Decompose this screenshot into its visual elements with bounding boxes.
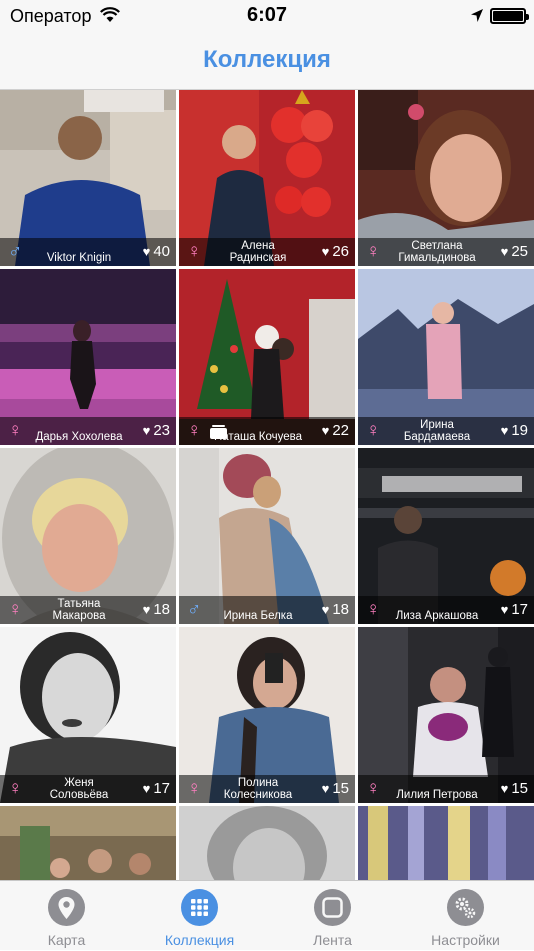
person-name: Viktor Knigin — [46, 252, 112, 264]
female-icon: ♀ — [187, 241, 202, 262]
female-icon: ♀ — [8, 420, 23, 441]
heart-icon: ♥ — [500, 423, 509, 438]
likes-count: ♥ 18 — [142, 601, 170, 618]
tab-label: Настройки — [431, 932, 500, 948]
profile-photo — [179, 806, 355, 880]
female-icon: ♀ — [366, 420, 381, 441]
person-name: Дарья Хохолева — [35, 431, 123, 443]
male-icon: ♂ — [187, 599, 202, 620]
person-name: Татьяна Макарова — [52, 598, 106, 622]
likes-count: ♥ 15 — [321, 780, 349, 797]
heart-icon: ♥ — [321, 781, 330, 796]
tile-info-bar: ♀ Алена Радинская ♥ 26 — [179, 238, 355, 266]
navigation-bar: Коллекция — [0, 32, 534, 90]
collection-tile[interactable]: ♀ Татьяна Макарова ♥ 18 — [0, 448, 176, 624]
battery-icon — [490, 8, 529, 24]
likes-count: ♥ 18 — [321, 601, 349, 618]
person-name: Лилия Петрова — [396, 789, 478, 801]
collection-tile[interactable]: ♀ Лиза Аркашова ♥ 17 — [358, 448, 534, 624]
collection-tile[interactable]: ♀ Полина Колесникова ♥ 15 — [179, 627, 355, 803]
tile-info-bar: ♀ Дарья Хохолева ♥ 23 — [0, 417, 176, 445]
location-arrow-icon — [471, 9, 483, 22]
heart-icon: ♥ — [321, 244, 330, 259]
collection-tile[interactable] — [358, 806, 534, 880]
tile-info-bar: ♀ Женя Соловьёва ♥ 17 — [0, 775, 176, 803]
likes-count: ♥ 26 — [321, 243, 349, 260]
collection-tile[interactable]: ♀ Лилия Петрова ♥ 15 — [358, 627, 534, 803]
grid-icon — [181, 889, 218, 926]
collection-tile[interactable]: ♂ Ирина Белка ♥ 18 — [179, 448, 355, 624]
tab-collection[interactable]: Коллекция — [133, 881, 266, 951]
likes-count: ♥ 15 — [500, 780, 528, 797]
status-bar: Оператор 6:07 — [0, 0, 534, 32]
map-pin-icon — [48, 889, 85, 926]
person-name: Алена Радинская — [229, 240, 287, 264]
person-name: Ирина Белка — [223, 610, 293, 622]
collection-tile[interactable] — [0, 806, 176, 880]
female-icon: ♀ — [187, 778, 202, 799]
female-icon: ♀ — [8, 778, 23, 799]
heart-icon: ♥ — [142, 244, 151, 259]
heart-icon: ♥ — [142, 602, 151, 617]
collection-tile[interactable]: ♂ Viktor Knigin ♥ 40 — [0, 90, 176, 266]
likes-count: ♥ 17 — [500, 601, 528, 618]
heart-icon: ♥ — [500, 244, 509, 259]
likes-count: ♥ 23 — [142, 422, 170, 439]
likes-count: ♥ 17 — [142, 780, 170, 797]
female-icon: ♀ — [187, 420, 202, 441]
collection-tile[interactable]: ♀ Женя Соловьёва ♥ 17 — [0, 627, 176, 803]
page-title: Коллекция — [203, 46, 331, 73]
tile-info-bar: ♀ Лиза Аркашова ♥ 17 — [358, 596, 534, 624]
person-name: Наташа Кочуева — [213, 431, 303, 443]
female-icon: ♀ — [366, 778, 381, 799]
tile-info-bar: ♀ Татьяна Макарова ♥ 18 — [0, 596, 176, 624]
collection-tile[interactable]: ♀ Дарья Хохолева ♥ 23 — [0, 269, 176, 445]
square-icon — [314, 889, 351, 926]
heart-icon: ♥ — [321, 423, 330, 438]
likes-count: ♥ 22 — [321, 422, 349, 439]
female-icon: ♀ — [8, 599, 23, 620]
female-icon: ♀ — [366, 599, 381, 620]
tile-info-bar: ♂ Viktor Knigin ♥ 40 — [0, 238, 176, 266]
tab-bar: Карта Коллекция Лента Настройки — [0, 880, 534, 950]
gear-icon — [447, 889, 484, 926]
male-icon: ♂ — [8, 241, 23, 262]
tab-settings[interactable]: Настройки — [399, 881, 532, 951]
person-name: Женя Соловьёва — [49, 777, 109, 801]
clock: 6:07 — [246, 4, 288, 26]
heart-icon: ♥ — [500, 781, 509, 796]
likes-count: ♥ 25 — [500, 243, 528, 260]
profile-photo — [358, 806, 534, 880]
tab-label: Карта — [47, 932, 86, 948]
tile-info-bar: ♀ Светлана Гимальдинова ♥ 25 — [358, 238, 534, 266]
tile-info-bar: ♀ Наташа Кочуева ♥ 22 — [179, 417, 355, 445]
female-icon: ♀ — [366, 241, 381, 262]
person-name: Ирина Бардамаева — [403, 419, 471, 443]
tab-label: Лента — [313, 932, 352, 948]
collection-grid[interactable]: ♂ Viktor Knigin ♥ 40 ♀ Алена Радинская ♥ 2… — [0, 90, 534, 880]
collection-tile[interactable]: ♀ Наташа Кочуева ♥ 22 — [179, 269, 355, 445]
heart-icon: ♥ — [500, 602, 509, 617]
profile-photo — [0, 806, 176, 880]
tab-label: Коллекция — [164, 932, 235, 948]
collection-tile[interactable]: ♀ Светлана Гимальдинова ♥ 25 — [358, 90, 534, 266]
heart-icon: ♥ — [142, 781, 151, 796]
tile-info-bar: ♀ Полина Колесникова ♥ 15 — [179, 775, 355, 803]
collection-tile[interactable]: ♀ Ирина Бардамаева ♥ 19 — [358, 269, 534, 445]
collection-tile[interactable] — [179, 806, 355, 880]
collection-tile[interactable]: ♀ Алена Радинская ♥ 26 — [179, 90, 355, 266]
tile-info-bar: ♂ Ирина Белка ♥ 18 — [179, 596, 355, 624]
likes-count: ♥ 40 — [142, 243, 170, 260]
tile-info-bar: ♀ Лилия Петрова ♥ 15 — [358, 775, 534, 803]
person-name: Светлана Гимальдинова — [398, 240, 476, 264]
tile-info-bar: ♀ Ирина Бардамаева ♥ 19 — [358, 417, 534, 445]
likes-count: ♥ 19 — [500, 422, 528, 439]
person-name: Полина Колесникова — [223, 777, 293, 801]
heart-icon: ♥ — [142, 423, 151, 438]
person-name: Лиза Аркашова — [395, 610, 479, 622]
tab-map[interactable]: Карта — [0, 881, 133, 951]
heart-icon: ♥ — [321, 602, 330, 617]
tab-feed[interactable]: Лента — [266, 881, 399, 951]
